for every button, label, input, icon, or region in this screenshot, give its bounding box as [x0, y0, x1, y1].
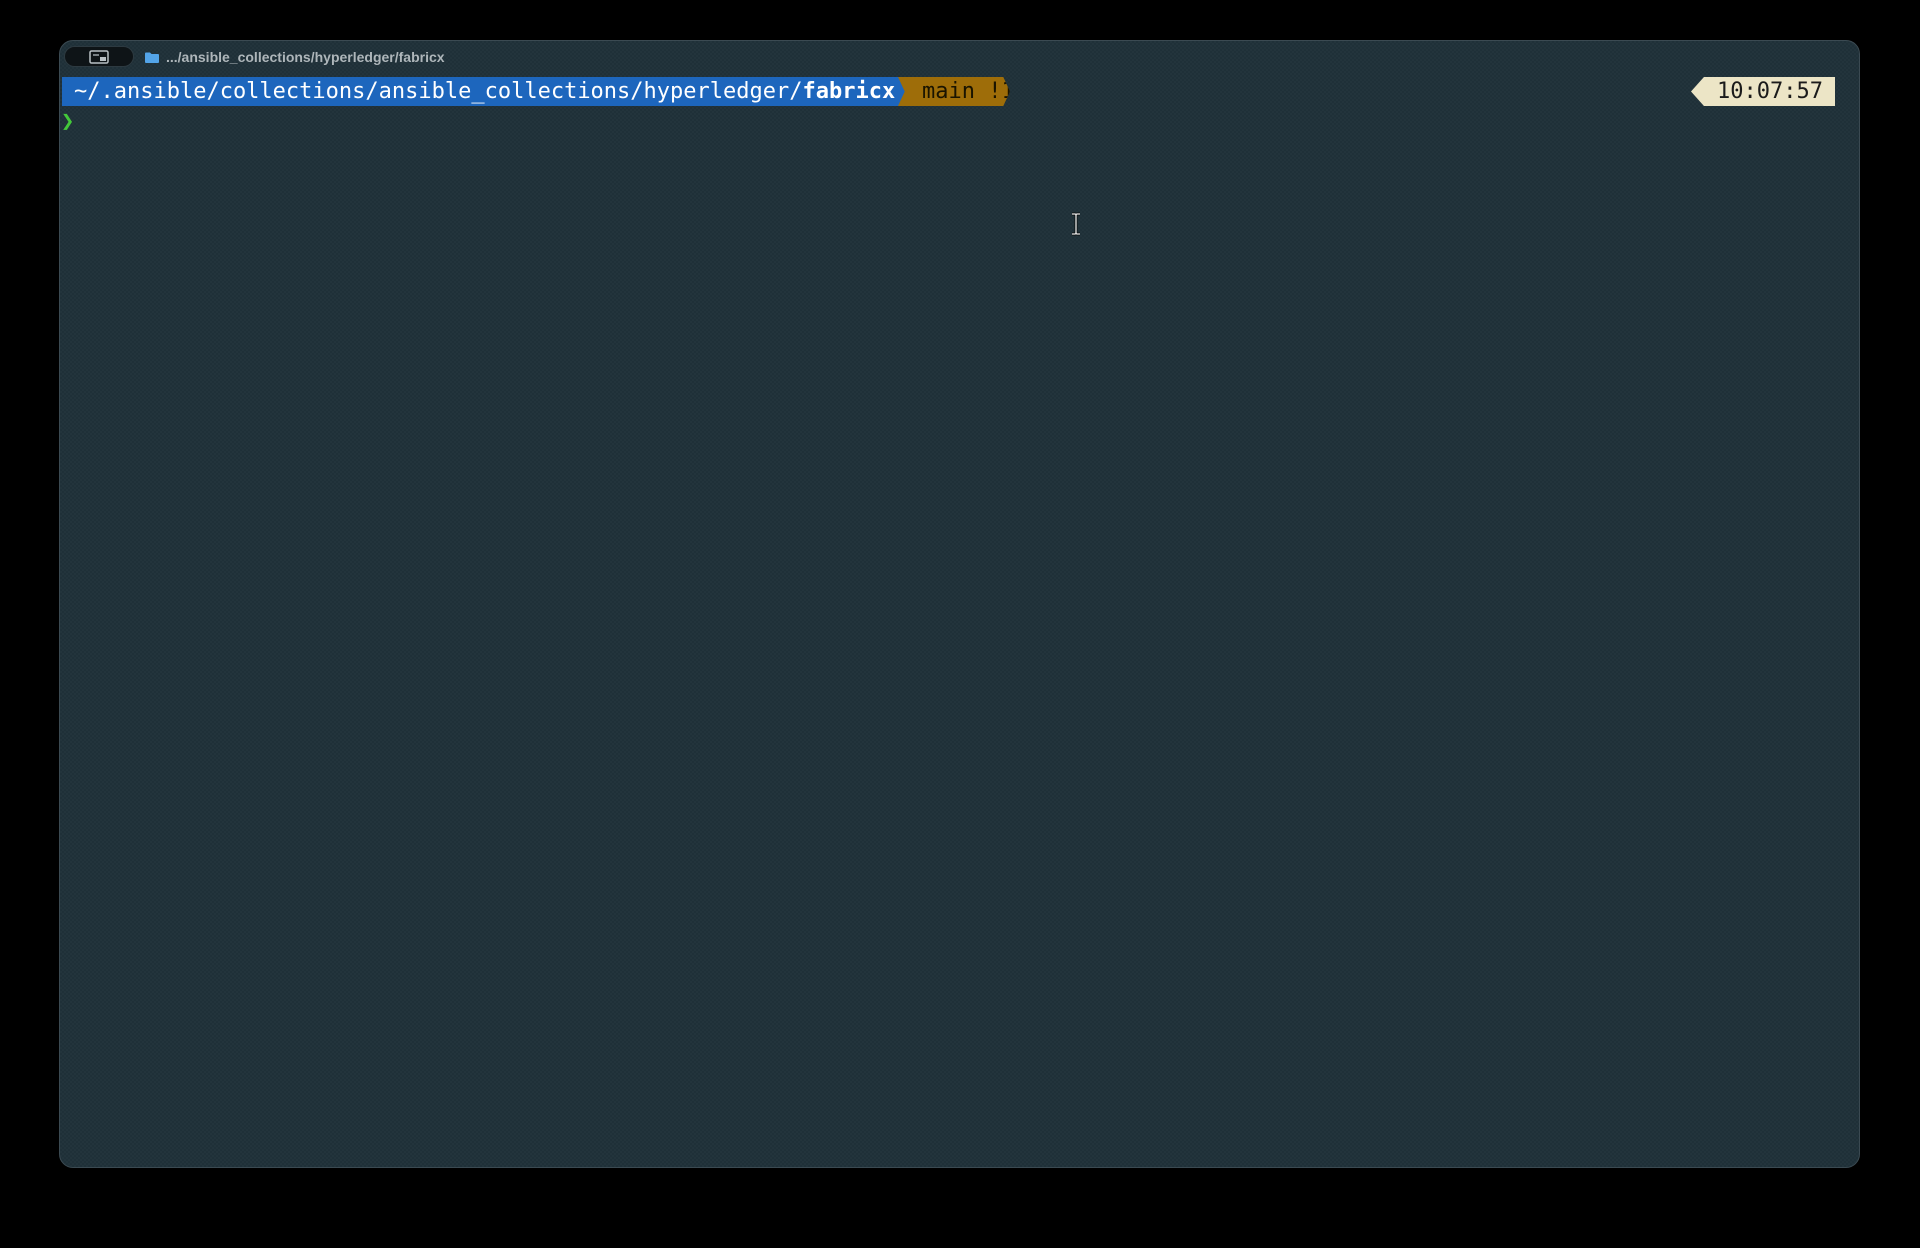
command-input-line[interactable]: ❯	[60, 107, 74, 135]
terminal-window[interactable]: .../ansible_collections/hyperledger/fabr…	[59, 40, 1860, 1168]
tab-title-text: .../ansible_collections/hyperledger/fabr…	[166, 49, 445, 65]
tab-switcher-button[interactable]	[64, 46, 134, 67]
tab-title[interactable]: .../ansible_collections/hyperledger/fabr…	[144, 47, 445, 67]
git-status: main !1	[922, 79, 1015, 104]
title-bar: .../ansible_collections/hyperledger/fabr…	[60, 41, 1859, 73]
prompt-time: 10:07:57	[1717, 79, 1823, 104]
prompt-symbol: ❯	[61, 108, 75, 134]
path-prefix: ~/.ansible/collections/ansible_collectio…	[74, 79, 803, 104]
prompt-status-line: ~/.ansible/collections/ansible_collectio…	[60, 77, 1859, 106]
i-beam-cursor-icon	[1072, 212, 1080, 236]
path-current-directory: fabricx	[802, 79, 896, 104]
prompt-git-segment: main !1	[898, 77, 1010, 106]
prompt-time-segment: 10:07:57	[1691, 77, 1835, 106]
prompt-path-segment: ~/.ansible/collections/ansible_collectio…	[62, 77, 910, 106]
terminal-window-icon	[89, 49, 109, 64]
folder-icon	[145, 52, 159, 63]
